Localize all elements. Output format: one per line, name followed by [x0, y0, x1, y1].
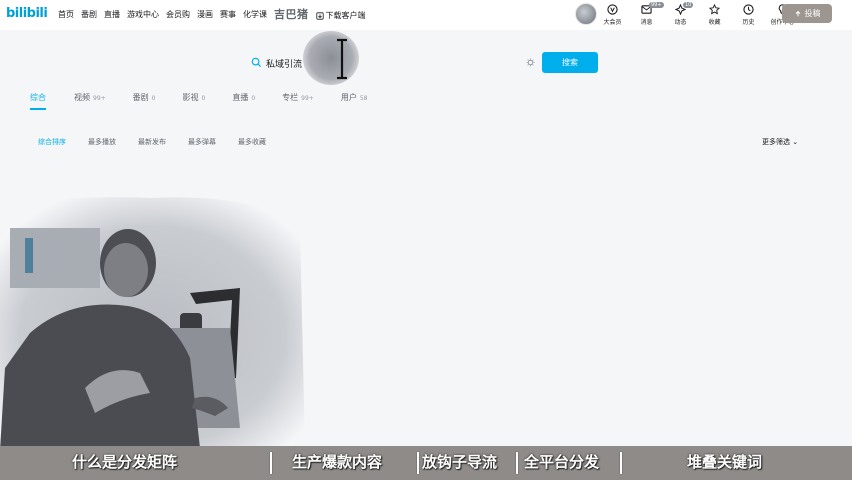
tab-bangumi[interactable]: 番剧 0: [133, 92, 156, 103]
tab-count: 99+: [301, 95, 314, 102]
dynamic-badge: 10: [683, 2, 694, 8]
clear-icon[interactable]: [526, 58, 535, 67]
nav-live[interactable]: 直播: [104, 9, 120, 22]
nav-home[interactable]: 首页: [58, 9, 74, 22]
tab-label: 番剧: [132, 93, 149, 102]
presenter-webcam: [0, 197, 305, 450]
more-filter-button[interactable]: 更多筛选 ⌄: [762, 137, 798, 147]
download-label: 下载客户端: [325, 11, 366, 20]
tab-label: 视频: [74, 93, 90, 102]
favorite-button[interactable]: 收藏: [702, 4, 727, 26]
top-nav-bar: bilibili 首页 番剧 直播 游戏中心 会员购 漫画 赛事 化学课 吉巴猪…: [0, 0, 852, 30]
favorite-label: 收藏: [708, 19, 721, 26]
tab-label: 综合: [30, 93, 46, 102]
sort-most-favorited[interactable]: 最多收藏: [238, 137, 266, 147]
cursor-highlight: [303, 31, 359, 85]
tab-count: 99+: [93, 95, 106, 102]
message-badge: 99+: [649, 2, 664, 8]
chevron-down-icon: ⌄: [792, 138, 799, 146]
main-nav: 首页 番剧 直播 游戏中心 会员购 漫画 赛事 化学课 吉巴猪 下载客户端: [58, 6, 366, 22]
tab-all[interactable]: 综合: [30, 92, 46, 110]
search-button[interactable]: 搜索: [542, 52, 598, 73]
subtitle-divider: [270, 452, 272, 474]
more-filter-label: 更多筛选: [762, 138, 790, 146]
vip-icon: [607, 4, 618, 15]
nav-mall[interactable]: 会员购: [166, 9, 190, 22]
result-tabs: 综合 视频 99+ 番剧 0 影视 0 直播 0 专栏 99+ 用户 58: [30, 92, 368, 110]
nav-esports[interactable]: 赛事: [220, 9, 236, 22]
nav-game-center[interactable]: 游戏中心: [127, 9, 159, 22]
history-label: 历史: [742, 19, 755, 26]
tab-video[interactable]: 视频 99+: [74, 92, 106, 103]
search-box[interactable]: [248, 52, 538, 74]
bilibili-logo[interactable]: bilibili: [6, 6, 48, 21]
avatar[interactable]: [575, 3, 597, 25]
upload-icon: [795, 10, 800, 16]
upload-label: 投稿: [804, 9, 821, 18]
history-button[interactable]: 历史: [736, 4, 761, 26]
tab-label: 直播: [232, 93, 249, 102]
tab-label: 影视: [182, 93, 199, 102]
download-icon: [315, 11, 324, 20]
tab-movie[interactable]: 影视 0: [183, 92, 206, 103]
nav-manga[interactable]: 漫画: [197, 9, 213, 22]
subtitle-segment: 生产爆款内容: [292, 453, 383, 471]
tab-label: 专栏: [282, 93, 299, 102]
dynamic-label: 动态: [674, 19, 687, 26]
tab-count: 0: [151, 95, 156, 102]
tab-count: 0: [201, 95, 206, 102]
tab-article[interactable]: 专栏 99+: [282, 92, 314, 103]
message-label: 消息: [640, 19, 653, 26]
tab-label: 用户: [340, 93, 357, 102]
sort-options: 综合排序 最多播放 最新发布 最多弹幕 最多收藏: [38, 137, 288, 147]
sort-default[interactable]: 综合排序: [38, 137, 66, 147]
upload-button[interactable]: 投稿: [782, 4, 832, 23]
dynamic-button[interactable]: 10 动态: [668, 2, 694, 26]
subtitle-divider: [620, 452, 622, 474]
tab-count: 0: [251, 95, 256, 102]
search-icon: [251, 57, 262, 68]
subtitle-segment: 全平台分发: [524, 453, 600, 471]
subtitle-divider: [417, 452, 419, 474]
vip-label: 大会员: [603, 19, 622, 26]
star-icon: [709, 4, 720, 15]
tab-user[interactable]: 用户 58: [341, 92, 368, 103]
nav-download-client[interactable]: 下载客户端: [315, 9, 366, 22]
sort-newest[interactable]: 最新发布: [138, 137, 166, 147]
sort-most-danmaku[interactable]: 最多弹幕: [188, 137, 216, 147]
subtitle-divider: [516, 452, 518, 474]
text-cursor-icon: [337, 38, 347, 80]
nav-anime[interactable]: 番剧: [81, 9, 97, 22]
sort-most-played[interactable]: 最多播放: [88, 137, 116, 147]
clock-icon: [743, 4, 754, 15]
tab-count: 58: [359, 95, 368, 102]
subtitle-segment: 堆叠关键词: [687, 453, 763, 471]
nav-chemistry[interactable]: 化学课: [243, 9, 267, 22]
subtitle-segment: 放钩子导流: [422, 453, 498, 471]
vip-button[interactable]: 大会员: [600, 4, 625, 26]
header-right-icons: 大会员 99+ 消息 10 动态 收藏 历史 创作中心: [600, 2, 795, 26]
subtitle-segment: 什么是分发矩阵: [72, 453, 178, 471]
nav-event-logo[interactable]: 吉巴猪: [274, 6, 309, 22]
message-button[interactable]: 99+ 消息: [634, 2, 664, 26]
tab-live[interactable]: 直播 0: [232, 92, 255, 103]
